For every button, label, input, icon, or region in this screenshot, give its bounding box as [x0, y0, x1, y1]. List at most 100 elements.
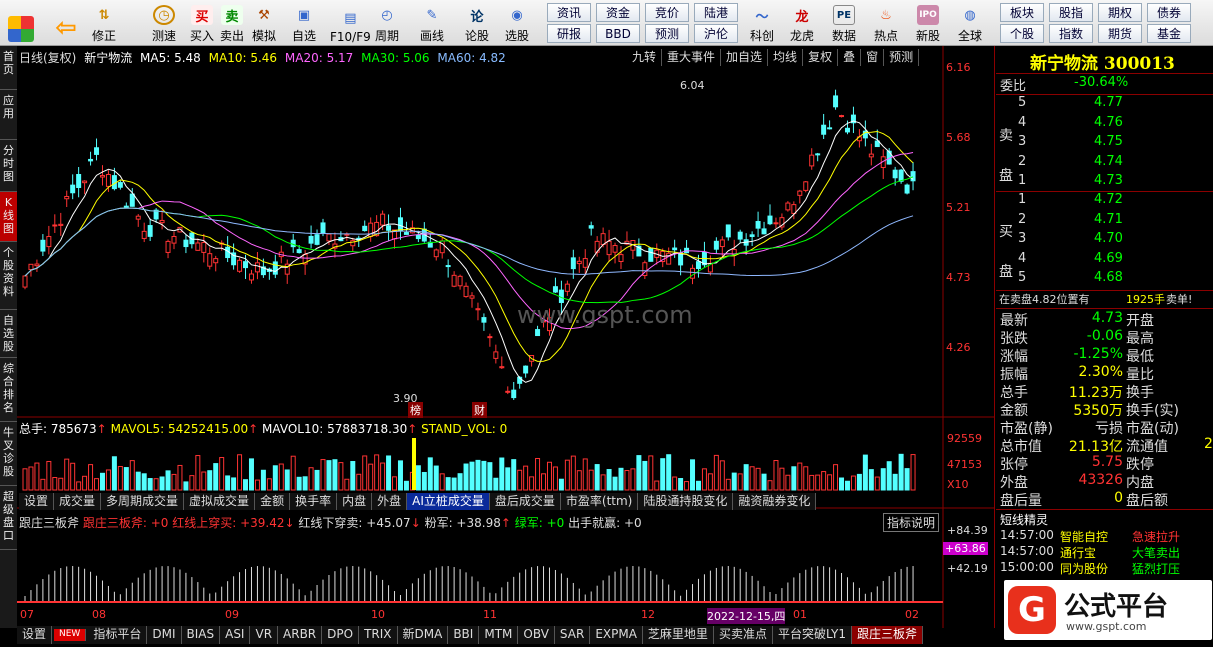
dragon-tiger-button[interactable]: 龙龙虎: [790, 2, 814, 44]
vol-tab-11[interactable]: 陆股通持股变化: [638, 493, 734, 510]
indicator-tab-7[interactable]: ARBR: [278, 626, 323, 644]
forum-button[interactable]: 论论股: [465, 2, 489, 44]
indicator-tab-15[interactable]: EXPMA: [590, 626, 643, 644]
rank-badge[interactable]: 榜: [408, 402, 423, 418]
indicator-tab-17[interactable]: 买卖准点: [714, 626, 773, 644]
vol-tab-5[interactable]: 换手率: [290, 493, 338, 510]
nav-timeshare[interactable]: 分时图: [0, 140, 17, 192]
stat-row: 涨幅 -1.25% 最低: [996, 346, 1213, 365]
news-button[interactable]: 资讯: [547, 3, 591, 22]
vol-tab-4[interactable]: 金额: [255, 493, 291, 510]
indicator-tab-1[interactable]: NEW: [54, 629, 87, 641]
short-sprite-title[interactable]: 短线精灵: [1000, 511, 1048, 528]
vol-tab-7[interactable]: 外盘: [372, 493, 408, 510]
indicator-tab-16[interactable]: 芝麻里地里: [643, 626, 714, 644]
research-button[interactable]: 研报: [547, 24, 591, 43]
indicator-tab-4[interactable]: BIAS: [182, 626, 221, 644]
volume-bar: [523, 465, 529, 491]
vol-tab-9[interactable]: 盘后成交量: [490, 493, 561, 510]
vol-tab-8[interactable]: AI立桩成交量: [407, 493, 490, 510]
auction-button[interactable]: 竞价: [645, 3, 689, 22]
sprite-event[interactable]: 14:57:00 通行宝 大笔卖出: [996, 544, 1213, 560]
indicator-tab-18[interactable]: 平台突破LY1: [773, 626, 853, 644]
home-grid-button[interactable]: [8, 2, 34, 44]
buy-button[interactable]: 买买入: [190, 2, 214, 44]
nav-orderbook[interactable]: 超级盘口: [0, 486, 17, 550]
indicator-tab-2[interactable]: 指标平台: [88, 626, 148, 644]
bbd-button[interactable]: BBD: [596, 24, 640, 43]
indicator-tab-6[interactable]: VR: [250, 626, 279, 644]
indicator-name: 跟庄三板斧: [19, 516, 80, 530]
indicator-tab-5[interactable]: ASI: [220, 626, 251, 644]
fund-button[interactable]: 基金: [1147, 24, 1191, 43]
sector-button[interactable]: 板块: [1000, 3, 1044, 22]
screener-button[interactable]: ◉ 选股: [505, 2, 529, 44]
simulate-button[interactable]: ⚒ 模拟: [252, 2, 276, 44]
speedtest-button[interactable]: ◷ 测速: [152, 2, 176, 44]
back-button[interactable]: ⇦: [52, 2, 80, 44]
vol-tab-3[interactable]: 虚拟成交量: [184, 493, 256, 510]
finance-badge[interactable]: 财: [472, 402, 487, 418]
nav-apps[interactable]: 应用: [0, 90, 17, 140]
star-market-button[interactable]: 〜科创: [747, 2, 777, 44]
indicator-tab-12[interactable]: MTM: [479, 626, 519, 644]
hk-connect-button[interactable]: 陆港: [694, 3, 738, 22]
forecast-button[interactable]: 预测: [645, 24, 689, 43]
vol-tab-10[interactable]: 市盈率(ttm): [561, 493, 639, 510]
volume-bar: [850, 475, 856, 491]
funds-button[interactable]: 资金: [596, 3, 640, 22]
ipo-button[interactable]: IPO 新股: [916, 2, 940, 44]
indicator-tab-13[interactable]: OBV: [518, 626, 555, 644]
candle-body: [469, 295, 475, 299]
data-button[interactable]: PE 数据: [832, 2, 856, 44]
indices-button[interactable]: 指数: [1049, 24, 1093, 43]
sell-row[interactable]: 4 4.76: [996, 115, 1213, 133]
nav-kline[interactable]: K线图: [0, 192, 17, 242]
nav-watchlist[interactable]: 自选股: [0, 310, 17, 358]
indicator-tab-9[interactable]: TRIX: [359, 626, 398, 644]
modify-button[interactable]: ⇅ 修正: [92, 2, 116, 44]
sell-row[interactable]: 3 4.75: [996, 134, 1213, 152]
nav-profile[interactable]: 个股资料: [0, 242, 17, 310]
vol-tab-1[interactable]: 成交量: [54, 493, 102, 510]
indicator-tab-8[interactable]: DPO: [322, 626, 360, 644]
draw-button[interactable]: ✎ 画线: [420, 2, 444, 44]
indicator-tab-10[interactable]: 新DMA: [398, 626, 449, 644]
indicator-tab-0[interactable]: 设置: [17, 626, 53, 644]
sprite-event[interactable]: 15:00:00 同为股份 猛烈打压: [996, 560, 1213, 576]
watchlist-button[interactable]: ▣ 自选: [292, 2, 316, 44]
nav-diagnose[interactable]: 牛叉诊股: [0, 422, 17, 486]
sh-london-button[interactable]: 沪伦: [694, 24, 738, 43]
indicator-tab-3[interactable]: DMI: [147, 626, 182, 644]
indicator-tab-14[interactable]: SAR: [555, 626, 591, 644]
nav-home[interactable]: 首页: [0, 46, 17, 90]
stocks-button[interactable]: 个股: [1000, 24, 1044, 43]
sell-row[interactable]: 5 4.77: [996, 95, 1213, 113]
f10-button[interactable]: ▤ F10/F9: [330, 2, 371, 45]
stat-value: 43326: [1078, 472, 1123, 488]
hotspot-button[interactable]: ♨ 热点: [874, 2, 898, 44]
buy-row[interactable]: 4 4.69: [996, 251, 1213, 269]
sell-row[interactable]: 1 4.73: [996, 173, 1213, 191]
futures-button[interactable]: 期货: [1098, 24, 1142, 43]
bonds-button[interactable]: 债券: [1147, 3, 1191, 22]
sell-row[interactable]: 2 4.74: [996, 154, 1213, 172]
sprite-event[interactable]: 14:57:00 智能自控 急速拉升: [996, 528, 1213, 544]
indicator-tab-19[interactable]: 跟庄三板斧: [852, 626, 924, 644]
global-button[interactable]: ◍ 全球: [958, 2, 982, 44]
sell-button[interactable]: 卖卖出: [220, 2, 244, 44]
options-button[interactable]: 期权: [1098, 3, 1142, 22]
vol-tab-6[interactable]: 内盘: [337, 493, 373, 510]
vol-tab-12[interactable]: 融资融券变化: [733, 493, 817, 510]
period-button[interactable]: ◴ 周期: [375, 2, 399, 44]
buy-row[interactable]: 5 4.68: [996, 270, 1213, 288]
buy-row[interactable]: 1 4.72: [996, 192, 1213, 210]
index-futures-button[interactable]: 股指: [1049, 3, 1093, 22]
nav-ranking[interactable]: 综合排名: [0, 358, 17, 422]
buy-row[interactable]: 2 4.71: [996, 212, 1213, 230]
vol-tab-2[interactable]: 多周期成交量: [101, 493, 185, 510]
buy-row[interactable]: 3 4.70: [996, 231, 1213, 249]
vol-tab-0[interactable]: 设置: [19, 493, 55, 510]
indicator-help-button[interactable]: 指标说明: [883, 513, 940, 532]
indicator-tab-11[interactable]: BBI: [448, 626, 480, 644]
